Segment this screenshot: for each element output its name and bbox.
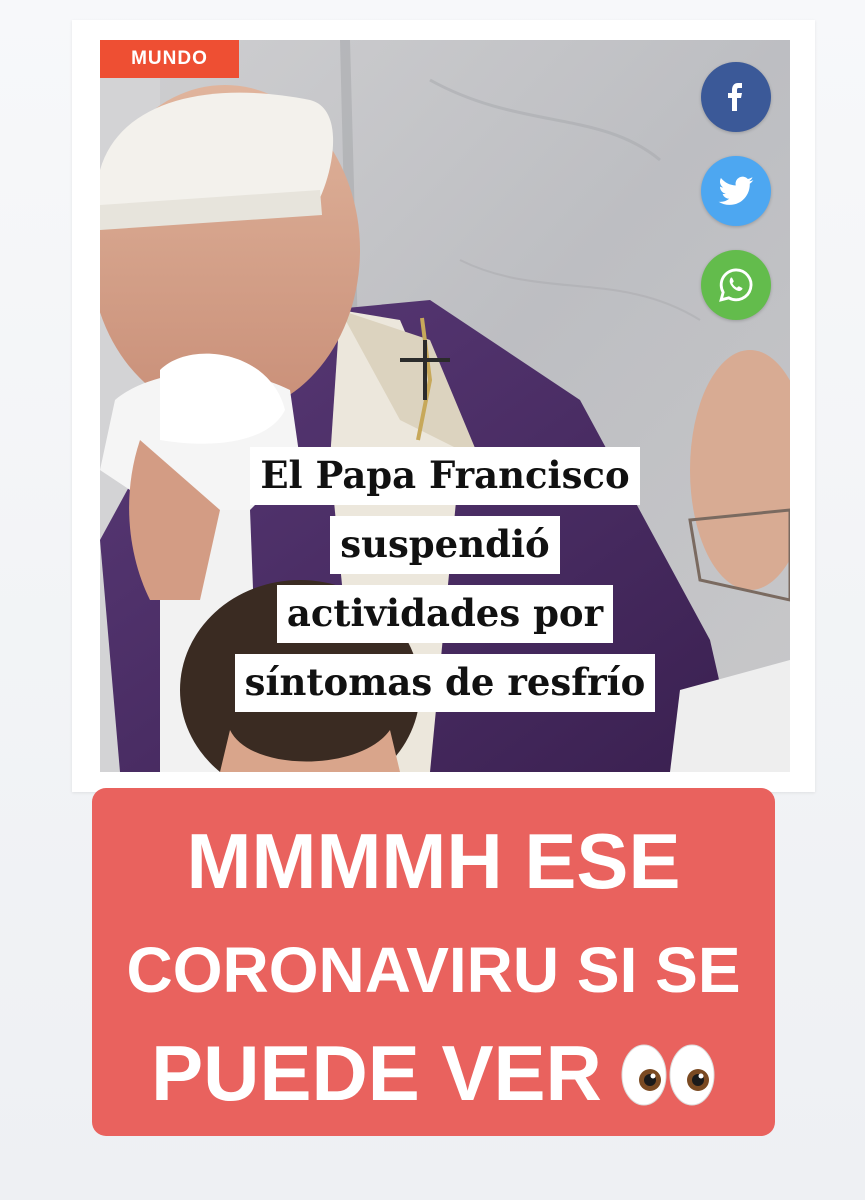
category-tag[interactable]: MUNDO [100, 40, 239, 78]
caption-line: CORONAVIRU SI SE [126, 934, 741, 1006]
twitter-icon [718, 176, 754, 205]
headline-line: El Papa Francisco [250, 447, 640, 505]
caption-line-with-emoji: PUEDE VER [92, 1028, 775, 1119]
whatsapp-icon [719, 268, 753, 302]
eyes-emoji-icon [621, 1044, 715, 1106]
twitter-share-button[interactable] [701, 156, 771, 226]
whatsapp-share-button[interactable] [701, 250, 771, 320]
headline-line: actividades por [276, 585, 614, 643]
story-caption: MMMMH ESE CORONAVIRU SI SE PUEDE VER [92, 788, 775, 1136]
headline-line: síntomas de resfrío [234, 654, 656, 712]
caption-line: MMMMH ESE [186, 817, 681, 905]
article-headline[interactable]: El Papa Francisco suspendió actividades … [205, 447, 685, 723]
facebook-share-button[interactable] [701, 62, 771, 132]
caption-line: PUEDE VER [151, 1029, 602, 1117]
headline-line: suspendió [330, 516, 560, 574]
facebook-icon [728, 83, 742, 111]
